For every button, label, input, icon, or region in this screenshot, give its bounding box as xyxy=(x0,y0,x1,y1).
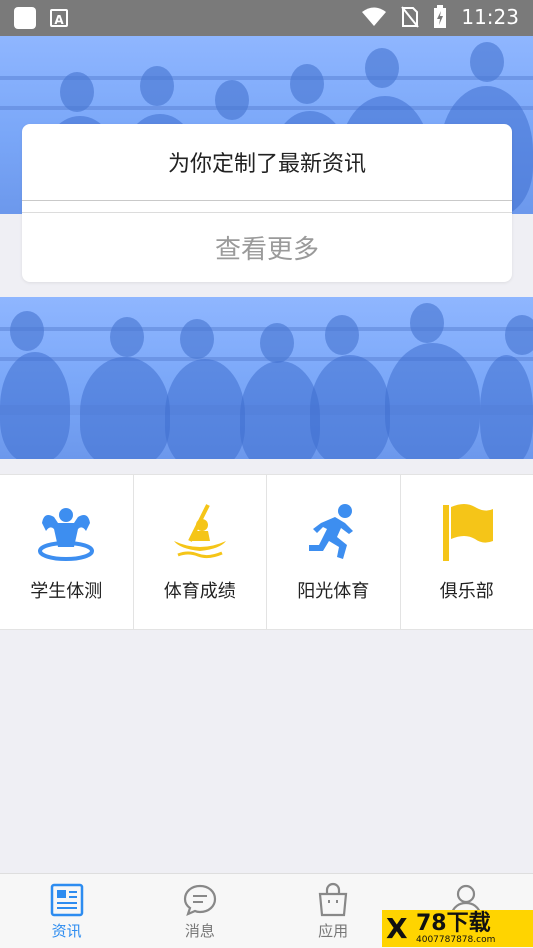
tab-label: 资讯 xyxy=(52,920,82,941)
kayak-icon xyxy=(168,501,232,565)
running-man-icon xyxy=(301,501,365,565)
no-sim-icon xyxy=(401,6,419,28)
watermark-x-logo: X xyxy=(386,912,416,945)
tab-apps[interactable]: 应用 xyxy=(267,874,400,948)
view-more-button[interactable]: 查看更多 xyxy=(22,213,512,282)
muscle-man-icon xyxy=(34,501,98,565)
news-icon xyxy=(49,882,85,918)
app-badge-icon: A xyxy=(50,9,68,27)
middle-banner-image[interactable] xyxy=(0,297,533,459)
tab-news[interactable]: 资讯 xyxy=(0,874,133,948)
grid-item-student-fitness-test[interactable]: 学生体测 xyxy=(0,475,134,629)
grid-item-pe-scores[interactable]: 体育成绩 xyxy=(134,475,268,629)
grid-item-label: 阳光体育 xyxy=(297,577,369,603)
status-bar: A 11:23 xyxy=(0,0,533,36)
notice-title: 为你定制了最新资讯 xyxy=(22,124,512,200)
tab-label: 应用 xyxy=(318,920,348,941)
grid-item-label: 体育成绩 xyxy=(164,577,236,603)
grid-item-label: 俱乐部 xyxy=(440,577,494,603)
watermark-url: 4007787878.com xyxy=(416,936,495,945)
grid-item-label: 学生体测 xyxy=(30,577,102,603)
news-notice-card: 为你定制了最新资讯 查看更多 xyxy=(22,124,512,282)
wifi-icon xyxy=(361,6,387,28)
clock: 11:23 xyxy=(461,5,519,29)
message-icon xyxy=(182,882,218,918)
grid-item-sunshine-sports[interactable]: 阳光体育 xyxy=(267,475,401,629)
grid-item-club[interactable]: 俱乐部 xyxy=(401,475,533,629)
tab-label: 消息 xyxy=(185,920,215,941)
flag-icon xyxy=(435,501,499,565)
watermark-title: 78下载 xyxy=(416,913,495,935)
battery-charging-icon xyxy=(433,5,447,29)
quick-entry-grid: 学生体测 体育成绩 阳光体育 俱乐部 xyxy=(0,474,533,630)
divider xyxy=(22,200,512,201)
bag-icon xyxy=(315,882,351,918)
site-watermark: X 78下载 4007787878.com xyxy=(382,910,533,947)
tab-messages[interactable]: 消息 xyxy=(133,874,266,948)
notification-square-icon xyxy=(14,7,36,29)
